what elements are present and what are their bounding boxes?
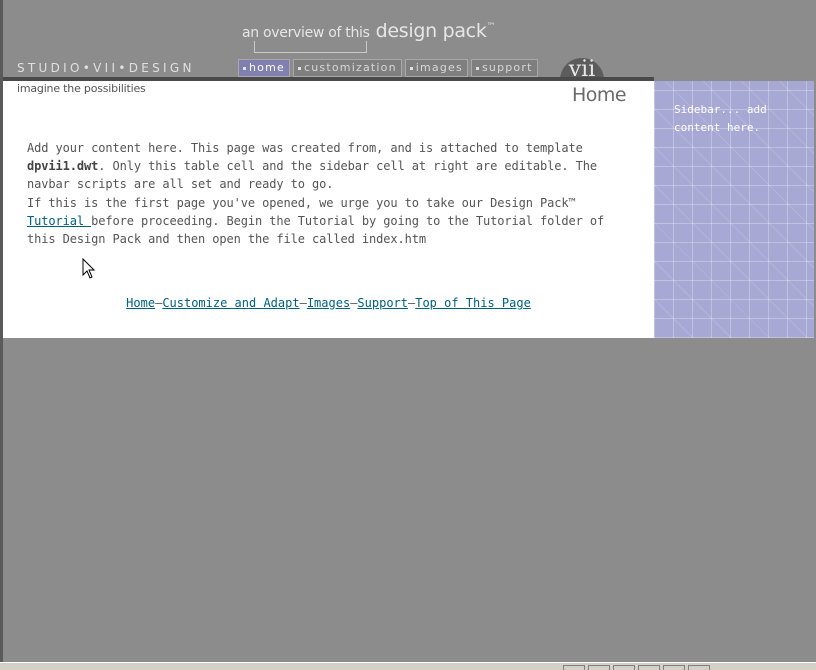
bullet-icon <box>243 66 246 70</box>
tagline-big: design pack <box>375 20 487 42</box>
nav-customization[interactable]: customization <box>293 59 402 77</box>
status-cell <box>688 665 710 670</box>
footer-link-support[interactable]: Support <box>357 296 408 310</box>
navbar: home customization images support <box>238 59 538 77</box>
sidebar-text: Sidebar... add content here. <box>674 103 767 134</box>
intro-text-2: . Only this table cell and the sidebar c… <box>27 159 597 191</box>
main-content: imagine the possibilities Home Add your … <box>3 81 654 338</box>
page-title: Home <box>572 84 627 106</box>
nav-customization-label: customization <box>304 61 397 74</box>
nav-home[interactable]: home <box>238 59 290 77</box>
nav-support[interactable]: support <box>470 59 538 77</box>
mouse-cursor-icon <box>82 258 96 279</box>
subtagline: imagine the possibilities <box>17 82 146 95</box>
nav-home-label: home <box>249 61 285 74</box>
footer-link-home[interactable]: Home <box>126 296 155 310</box>
intro-text-1: Add your content here. This page was cre… <box>27 141 583 155</box>
bullet-icon <box>475 66 479 70</box>
tutorial-text-1: If this is the first page you've opened,… <box>27 196 576 210</box>
template-filename: dpvii1.dwt <box>27 159 99 173</box>
footer-link-customize[interactable]: Customize and Adapt <box>162 296 299 310</box>
tagline-bracket <box>254 41 367 53</box>
status-cell <box>588 665 610 670</box>
trademark-mark: ™ <box>486 22 496 32</box>
footer-link-top[interactable]: Top of This Page <box>415 296 531 310</box>
sidebar: Sidebar... add content here. <box>654 81 814 338</box>
nav-images[interactable]: images <box>404 59 468 77</box>
tutorial-paragraph: If this is the first page you've opened,… <box>27 194 633 248</box>
tutorial-text-2: before proceeding. Begin the Tutorial by… <box>27 214 605 246</box>
status-cell <box>663 665 685 670</box>
tagline-small: an overview of this <box>242 25 370 41</box>
separator: — <box>299 296 307 310</box>
nav-support-label: support <box>481 61 533 74</box>
status-cell <box>563 665 585 670</box>
footer-nav: Home—Customize and Adapt—Images—Support—… <box>3 296 654 310</box>
status-cell <box>638 665 660 670</box>
footer-link-images[interactable]: Images <box>307 296 350 310</box>
intro-paragraph: Add your content here. This page was cre… <box>27 139 633 193</box>
status-cell <box>613 665 635 670</box>
bullet-icon <box>298 66 301 70</box>
tutorial-link[interactable]: Tutorial <box>27 214 91 228</box>
nav-images-label: images <box>415 61 463 74</box>
brand-name: STUDIO•VII•DESIGN <box>17 61 195 75</box>
bullet-icon <box>409 66 413 70</box>
